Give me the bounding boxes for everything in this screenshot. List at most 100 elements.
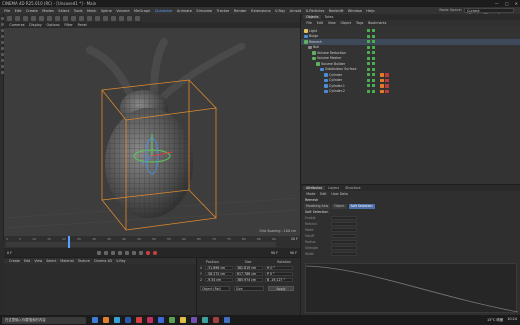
timeline-cursor[interactable] [68,236,70,248]
phong-tag-icon[interactable] [380,73,384,77]
taskbar-search-input[interactable]: 在这里输入你要搜索的内容 [2,316,86,324]
editor-visibility-icon[interactable] [367,78,370,82]
render-visibility-icon[interactable] [372,73,375,77]
editor-visibility-icon[interactable] [367,29,370,33]
material-menu-item[interactable]: Cinema 4D [92,259,114,263]
attribute-menu-item[interactable]: Mode [304,192,318,196]
render-visibility-icon[interactable] [372,51,375,55]
taskbar-app-icon[interactable] [114,317,120,323]
taskbar-app-icon[interactable] [224,317,230,323]
property-value-field[interactable] [331,233,357,239]
material-menu-item[interactable]: View [32,259,44,263]
record-icon[interactable] [146,250,151,255]
editor-visibility-icon[interactable] [367,45,370,49]
scale-icon[interactable] [31,15,36,21]
render-icon[interactable] [71,15,76,21]
move-icon[interactable] [23,15,28,21]
editor-visibility-icon[interactable] [367,84,370,88]
phong-tag-icon[interactable] [380,89,384,93]
object-menu-item[interactable]: Edit [314,21,325,25]
camera-icon[interactable] [127,15,132,21]
rotation-field[interactable]: B -19.127 ° [265,277,293,283]
menu-item-file[interactable]: File [2,9,12,13]
menu-item-v-ray[interactable]: V-Ray [273,9,288,13]
tab-attributes[interactable]: Attributes [303,186,326,190]
deformer-icon[interactable] [119,15,124,21]
render-visibility-icon[interactable] [372,40,375,44]
viewport-menu-panel[interactable]: Panel [75,23,89,27]
attribute-subtab[interactable]: Object [332,203,347,209]
close-button[interactable]: ✕ [515,1,518,6]
menu-item-extensions[interactable]: Extensions [249,9,273,13]
menu-item-arnold[interactable]: Arnold [287,9,303,13]
taskbar-app-icon[interactable] [103,317,109,323]
editor-visibility-icon[interactable] [367,62,370,66]
timeline-track[interactable] [6,242,276,247]
menu-item-render[interactable]: Render [232,9,249,13]
object-tree-row[interactable]: Cylinder.2 [301,89,520,95]
size-field[interactable]: 382.819 cm [235,265,263,271]
render-visibility-icon[interactable] [372,34,375,38]
taskbar-app-icon[interactable] [202,317,208,323]
redo-icon[interactable] [15,15,20,21]
subdivision-icon[interactable] [103,15,108,21]
menu-item-x-particles[interactable]: X-Particles [303,9,326,13]
menu-item-redshift[interactable]: Redshift [327,9,346,13]
menu-item-edit[interactable]: Edit [12,9,23,13]
material-menu-item[interactable]: Texture [76,259,92,263]
position-field[interactable]: -58.272 cm [205,271,233,277]
material-tag-icon[interactable] [385,89,389,93]
menu-item-spline[interactable]: Spline [99,9,114,13]
material-menu-item[interactable]: V-Ray [114,259,127,263]
material-tag-icon[interactable] [385,84,389,88]
property-value-field[interactable] [331,221,357,227]
viewport-menu-options[interactable]: Options [44,23,62,27]
prev-key-icon[interactable] [104,250,109,255]
coord-size-select[interactable]: Size [234,286,264,291]
taskbar-app-icon[interactable] [180,317,186,323]
editor-visibility-icon[interactable] [367,89,370,93]
menu-item-help[interactable]: Help [364,9,377,13]
phong-tag-icon[interactable] [380,84,384,88]
position-field[interactable]: -31.896 cm [205,265,233,271]
next-key-icon[interactable] [132,250,137,255]
attribute-subtab[interactable]: Modeling Axis [304,203,331,209]
light-icon[interactable] [135,15,140,21]
y-axis-icon[interactable] [55,15,60,21]
rotation-field[interactable]: H 0 ° [265,265,293,271]
end-frame-field[interactable]: 90 F [271,251,278,255]
menu-item-character[interactable]: Character [153,9,175,13]
render-visibility-icon[interactable] [372,56,375,60]
size-field[interactable]: 617.786 cm [235,271,263,277]
timeline[interactable]: 0 5 10 15 20 25 30 35 40 45 50 55 60 65 70 75 80 85 90 20 … [4,236,300,248]
perspective-viewport[interactable]: Grid Spacing : 100 cm [4,28,300,236]
viewport-menu-cameras[interactable]: Cameras [7,23,27,27]
taskbar-app-icon[interactable] [213,317,219,323]
menu-item-tools[interactable]: Tools [72,9,85,13]
autokey-icon[interactable] [153,250,158,255]
play-icon[interactable] [118,250,123,255]
material-tag-icon[interactable] [385,73,389,77]
x-axis-icon[interactable] [47,15,52,21]
taskbar-app-icon[interactable] [136,317,142,323]
object-menu-item[interactable]: Bookmarks [366,21,389,25]
menu-item-select[interactable]: Select [56,9,71,13]
render-visibility-icon[interactable] [372,45,375,49]
maximize-button[interactable]: □ [505,1,509,6]
material-menu-item[interactable]: Edit [22,259,32,263]
editor-visibility-icon[interactable] [367,40,370,44]
object-menu-item[interactable]: File [304,21,314,25]
render-visibility-icon[interactable] [372,78,375,82]
menu-item-animate[interactable]: Animate [175,9,194,13]
minimize-button[interactable]: — [495,1,499,6]
render-settings-icon[interactable] [79,15,84,21]
position-field[interactable]: -9.54 cm [205,277,233,283]
taskbar-app-icon[interactable] [169,317,175,323]
tab-takes[interactable]: Takes [321,15,336,19]
material-menu-item[interactable]: Select [44,259,58,263]
prev-frame-icon[interactable] [111,250,116,255]
phong-tag-icon[interactable] [380,78,384,82]
material-tag-icon[interactable] [385,78,389,82]
menu-item-window[interactable]: Window [346,9,365,13]
taskbar-app-icon[interactable] [125,317,131,323]
